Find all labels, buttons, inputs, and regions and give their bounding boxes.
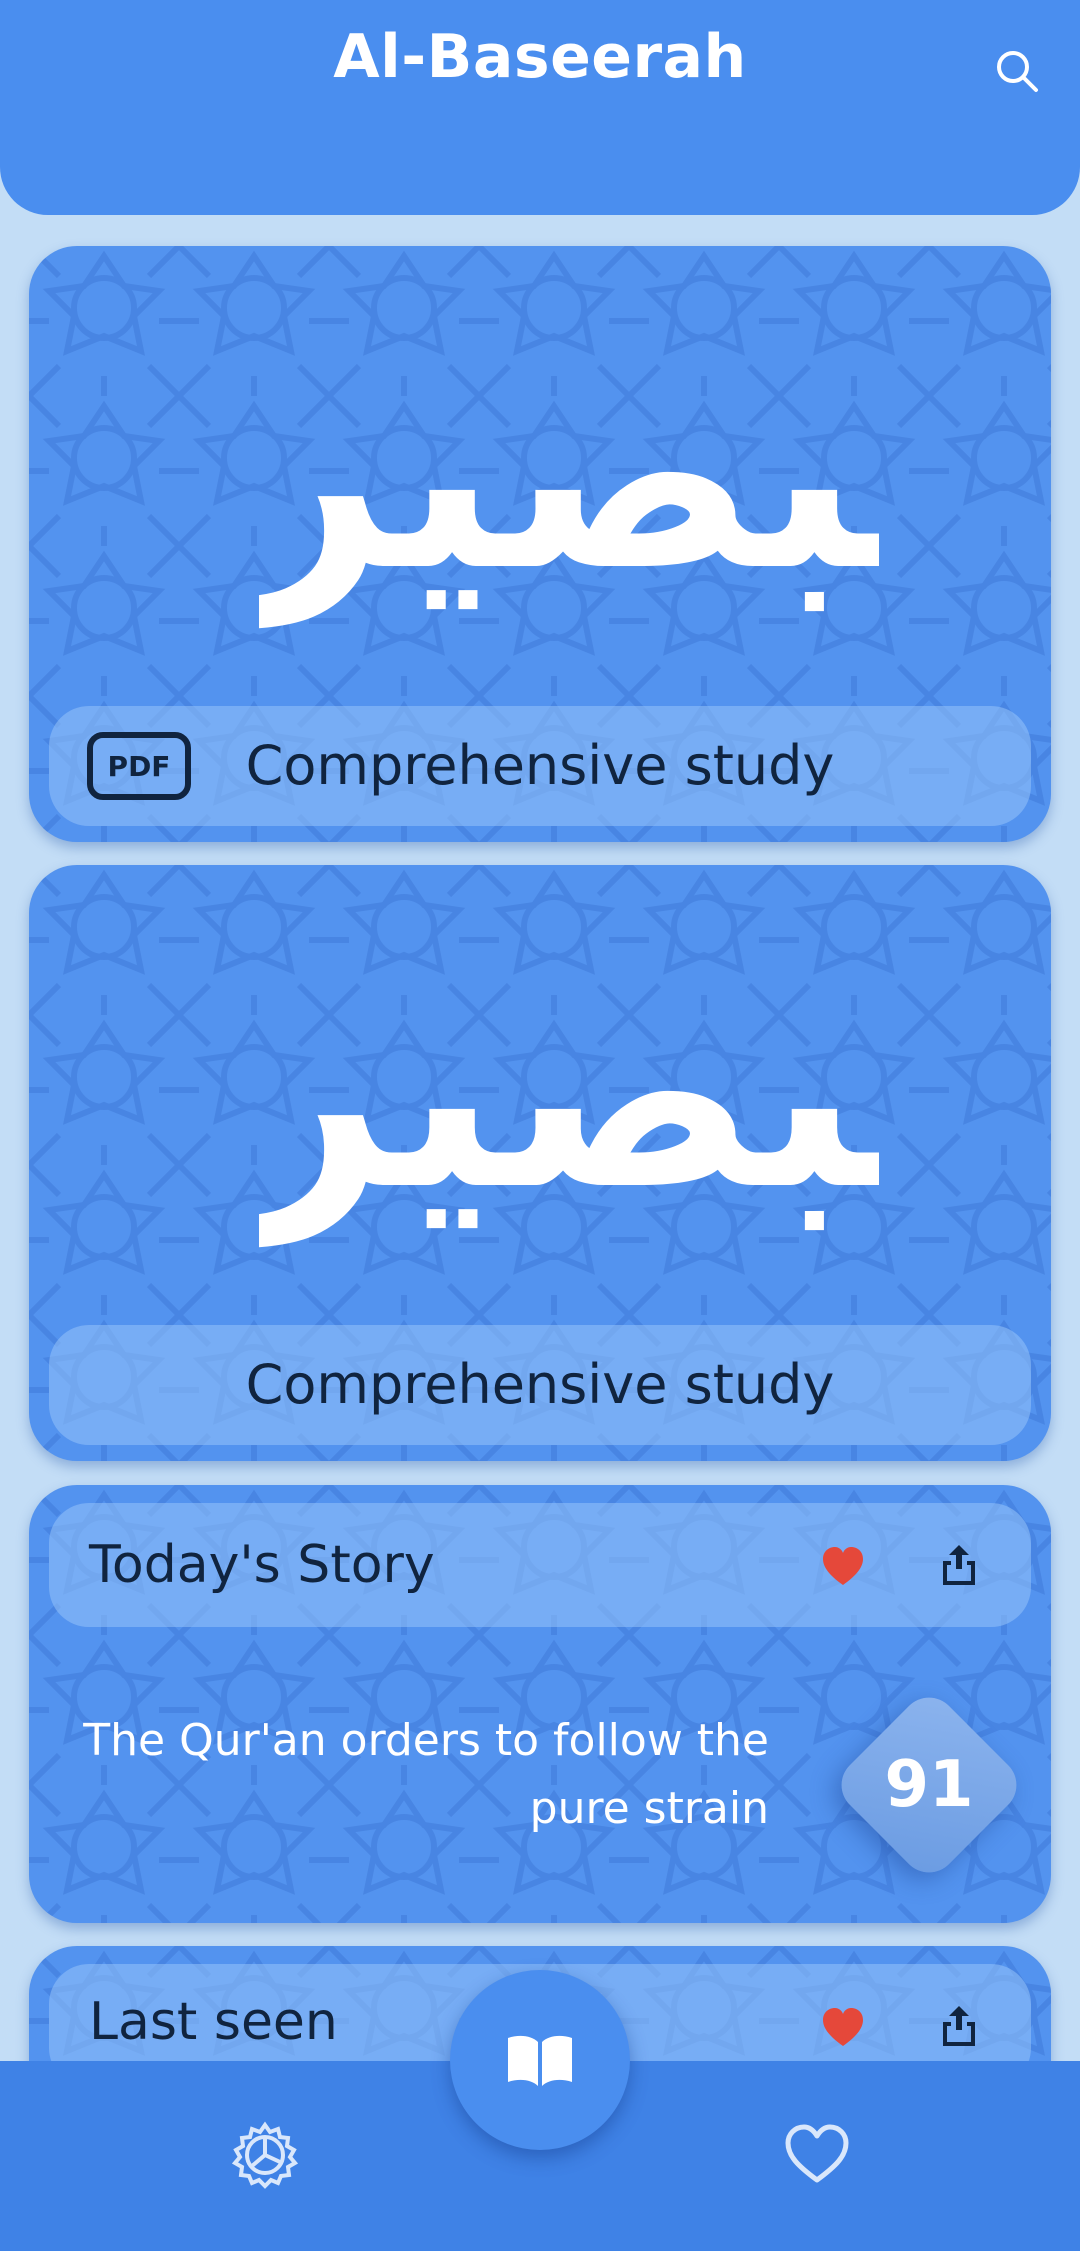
read-book-button[interactable] [450, 1970, 630, 2150]
svg-text:البصيرة: البصيرة [259, 326, 879, 631]
app-header: Al-Baseerah [0, 0, 1080, 215]
settings-icon[interactable] [230, 2120, 300, 2190]
study-label: Comprehensive study [245, 734, 835, 797]
calligraphy-logo: البصيرة [259, 326, 879, 631]
story-text-line: The Qur'an orders to follow the [83, 1715, 769, 1766]
story-text: The Qur'an orders to follow the pure str… [69, 1707, 769, 1843]
study-pill[interactable]: PDF Comprehensive study [49, 706, 1031, 826]
search-icon[interactable] [994, 48, 1040, 94]
heart-icon[interactable] [819, 1543, 867, 1591]
last-seen-title: Last seen [89, 1992, 338, 2052]
heart-outline-icon[interactable] [782, 2120, 852, 2190]
study-pill[interactable]: Comprehensive study [49, 1325, 1031, 1445]
todays-story-card[interactable]: Today's Story The Qur'an orders to follo… [29, 1485, 1051, 1923]
study-card[interactable]: البصيرة Comprehensive study [29, 865, 1051, 1461]
study-card-pdf[interactable]: البصيرة PDF Comprehensive study [29, 246, 1051, 842]
story-title: Today's Story [89, 1535, 435, 1595]
story-number-badge: 91 [819, 1675, 1039, 1895]
svg-text:البصيرة: البصيرة [259, 945, 879, 1250]
share-icon[interactable] [935, 1541, 983, 1589]
study-label: Comprehensive study [245, 1353, 835, 1416]
story-text-line: pure strain [529, 1783, 769, 1834]
heart-icon[interactable] [819, 2004, 867, 2052]
share-icon[interactable] [935, 2002, 983, 2050]
story-number: 91 [884, 1748, 974, 1822]
app-root: Al-Baseerah البصيرة PDF [0, 0, 1080, 2251]
app-title: Al-Baseerah [333, 22, 747, 92]
story-header-pill: Today's Story [49, 1503, 1031, 1627]
book-icon [508, 2035, 572, 2086]
calligraphy-logo: البصيرة [259, 945, 879, 1250]
